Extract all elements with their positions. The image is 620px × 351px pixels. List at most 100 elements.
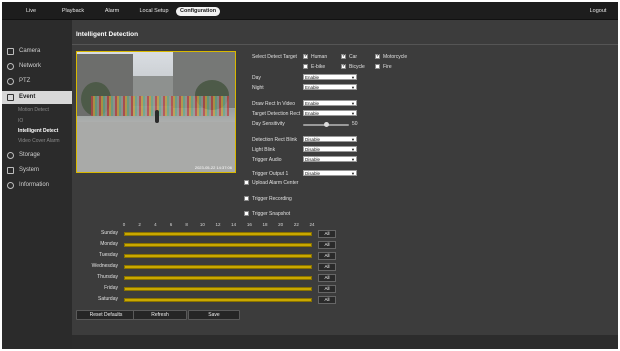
nav-alarm[interactable]: Alarm <box>102 7 122 16</box>
bicycle-checkbox[interactable] <box>341 63 346 69</box>
schedule-hour-label: 8 <box>185 222 188 227</box>
nav-local-setup[interactable]: Local Setup <box>136 7 172 16</box>
sidebar-item-label: Network <box>19 63 42 69</box>
logout-button[interactable]: Logout <box>586 7 610 16</box>
sidebar-subitem-intelligent-detect[interactable]: Intelligent Detect <box>18 127 58 135</box>
schedule-bar[interactable] <box>124 298 312 302</box>
camera-icon <box>7 48 14 55</box>
storage-icon <box>7 152 14 159</box>
sidebar-item-system[interactable]: System <box>2 164 72 177</box>
schedule-hour-label: 14 <box>231 222 237 227</box>
sidebar: Camera Network PTZ Event Motion Detect I… <box>2 20 72 349</box>
night-label: Night <box>252 85 264 91</box>
sidebar-subitem-video-cover-alarm[interactable]: Video Cover Alarm <box>18 137 60 145</box>
schedule-day-label: Monday <box>100 241 118 247</box>
trigger-output-select[interactable]: Disable ▼ <box>303 170 357 176</box>
upload-alarm-label: Upload Alarm Center <box>252 180 299 186</box>
schedule-all-button[interactable]: All <box>318 274 336 282</box>
schedule-bar[interactable] <box>124 287 312 291</box>
nav-live[interactable]: Live <box>20 7 42 16</box>
chevron-down-icon: ▼ <box>351 101 355 106</box>
schedule-hour-label: 6 <box>169 222 173 227</box>
sidebar-item-information[interactable]: Information <box>2 179 72 192</box>
schedule-bar[interactable] <box>124 276 312 280</box>
video-timestamp: 2023-05-22 14:37:06 <box>194 165 232 170</box>
schedule-all-button[interactable]: All <box>318 296 336 304</box>
trigger-audio-label: Trigger Audio <box>252 157 282 163</box>
bicycle-label: Bicycle <box>349 64 365 70</box>
schedule-hour-label: 10 <box>199 222 205 227</box>
upload-alarm-checkbox[interactable] <box>244 180 249 185</box>
target-rect-label: Target Detection Rect <box>252 111 301 117</box>
schedule-day-label: Tuesday <box>99 252 118 258</box>
day-label: Day <box>252 75 261 81</box>
human-label: Human <box>311 54 328 60</box>
sidebar-subitem-motion-detect[interactable]: Motion Detect <box>18 106 49 114</box>
save-button[interactable]: Save <box>188 310 240 320</box>
light-blink-select[interactable]: Disable ▼ <box>303 146 357 152</box>
schedule-all-button[interactable]: All <box>318 285 336 293</box>
chevron-down-icon: ▼ <box>351 85 355 90</box>
network-icon <box>7 63 14 70</box>
schedule-day-label: Wednesday <box>91 263 118 269</box>
trigger-audio-select[interactable]: Disable ▼ <box>303 156 357 162</box>
schedule-bar[interactable] <box>124 265 312 269</box>
refresh-button[interactable]: Refresh <box>133 310 187 320</box>
day-sensitivity-label: Day Sensitivity <box>252 121 285 127</box>
day-sensitivity-slider[interactable] <box>303 122 349 127</box>
top-nav: Live Playback Alarm Local Setup Configur… <box>2 2 618 20</box>
schedule-bar[interactable] <box>124 232 312 236</box>
draw-rect-label: Draw Rect In Video <box>252 101 295 107</box>
chevron-down-icon: ▼ <box>351 157 355 162</box>
trigger-recording-checkbox[interactable] <box>244 196 249 201</box>
draw-rect-select[interactable]: Enable ▼ <box>303 100 357 106</box>
slider-thumb[interactable] <box>323 122 329 127</box>
fire-checkbox[interactable] <box>375 64 380 69</box>
schedule-all-button[interactable]: All <box>318 241 336 249</box>
sidebar-item-network[interactable]: Network <box>2 60 72 73</box>
reset-defaults-button[interactable]: Reset Defaults <box>76 310 136 320</box>
sidebar-subitem-io[interactable]: IO <box>18 117 23 125</box>
page-title: Intelligent Detection <box>76 31 139 38</box>
sidebar-item-storage[interactable]: Storage <box>2 149 72 162</box>
trigger-snapshot-checkbox[interactable] <box>244 211 249 216</box>
chevron-down-icon: ▼ <box>351 75 355 80</box>
nav-playback[interactable]: Playback <box>60 7 86 16</box>
schedule-hour-label: 22 <box>293 222 299 227</box>
car-checkbox[interactable] <box>341 53 346 59</box>
video-preview[interactable]: 2023-05-22 14:37:06 <box>76 51 236 173</box>
sidebar-item-ptz[interactable]: PTZ <box>2 75 72 88</box>
night-select[interactable]: Enable ▼ <box>303 84 357 90</box>
sidebar-item-label: Event <box>19 94 36 100</box>
schedule-hour-label: 24 <box>309 222 315 227</box>
nav-configuration[interactable]: Configuration <box>176 7 221 16</box>
sidebar-item-camera[interactable]: Camera <box>2 45 72 58</box>
car-label: Car <box>349 54 358 60</box>
title-divider <box>72 44 618 45</box>
main-content: Intelligent Detection 2023-05-22 14:37:0… <box>72 20 618 349</box>
ebike-checkbox[interactable] <box>303 64 308 69</box>
human-checkbox[interactable] <box>303 53 308 59</box>
schedule-hour-label: 18 <box>262 222 268 227</box>
schedule-hour-label: 20 <box>278 222 284 227</box>
rect-blink-select[interactable]: Disable ▼ <box>303 136 357 142</box>
schedule-bar[interactable] <box>124 243 312 247</box>
chevron-down-icon: ▼ <box>351 147 355 152</box>
schedule-hour-label: 0 <box>122 222 126 227</box>
target-rect-select[interactable]: Enable ▼ <box>303 110 357 116</box>
day-select[interactable]: Enable ▼ <box>303 74 357 80</box>
schedule-hour-label: 16 <box>246 222 252 227</box>
video-person <box>155 110 159 123</box>
schedule-all-button[interactable]: All <box>318 230 336 238</box>
schedule-bar[interactable] <box>124 254 312 258</box>
motorcycle-checkbox[interactable] <box>375 53 380 59</box>
light-blink-label: Light Blink <box>252 147 276 153</box>
information-icon <box>7 182 14 189</box>
ebike-label: E-bike <box>311 64 326 70</box>
sidebar-item-label: Storage <box>19 152 41 158</box>
schedule-all-button[interactable]: All <box>318 263 336 271</box>
chevron-down-icon: ▼ <box>351 171 355 176</box>
schedule-all-button[interactable]: All <box>318 252 336 260</box>
trigger-recording-label: Trigger Recording <box>252 196 292 202</box>
sidebar-item-event[interactable]: Event <box>2 91 72 104</box>
